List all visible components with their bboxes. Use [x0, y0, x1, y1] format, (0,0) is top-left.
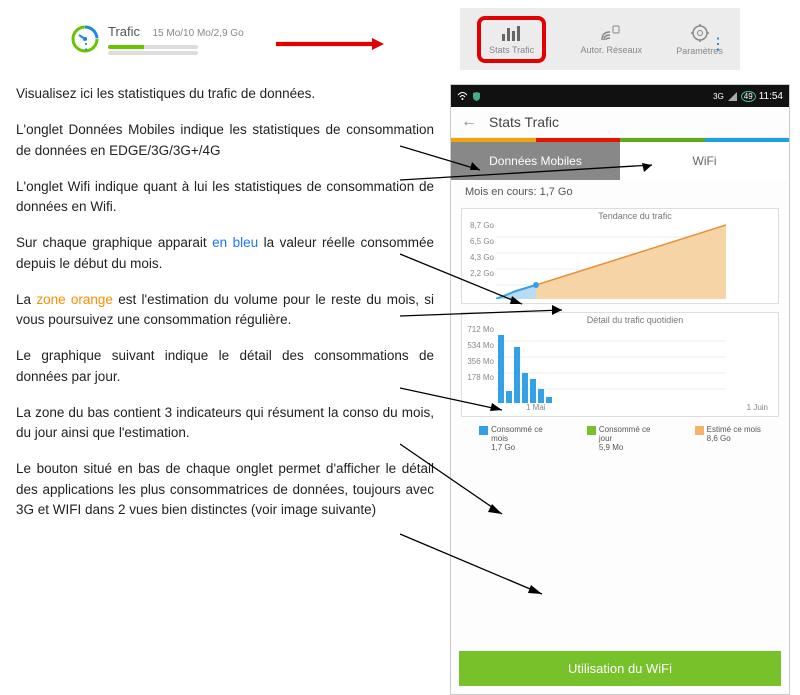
- tab-donnees-mobiles[interactable]: Données Mobiles: [451, 142, 620, 180]
- top-toolbar: ⋮ Trafic 15 Mo/10 Mo/2,9 Go Stats Trafic…: [30, 8, 770, 70]
- para-indicators: La zone du bas contient 3 indicateurs qu…: [16, 403, 434, 444]
- wifi-icon: [457, 91, 468, 102]
- android-status-bar: 3G 49 11:54: [451, 85, 789, 107]
- trafic-widget: Trafic 15 Mo/10 Mo/2,9 Go: [70, 23, 244, 55]
- y-axis-labels: 8,7 Go6,5 Go4,3 Go2,2 Go: [464, 221, 494, 285]
- tab-label: Stats Trafic: [489, 45, 534, 55]
- orange-text: zone orange: [36, 292, 113, 307]
- gear-icon: [690, 23, 710, 43]
- tab-label: Autor. Réseaux: [580, 45, 642, 55]
- legend-consumed-month: Consommé cemois1,7 Go: [479, 425, 543, 452]
- signal-icon: [727, 91, 738, 102]
- y-axis-labels: 712 Mo534 Mo356 Mo178 Mo: [464, 325, 494, 389]
- daily-chart: Détail du trafic quotidien 712 Mo534 Mo3…: [461, 312, 779, 417]
- progress-bar-green: [108, 45, 198, 49]
- menu-dots-right-icon[interactable]: ⋮: [710, 34, 726, 54]
- para-intro: Visualisez ici les statistiques du trafi…: [16, 84, 434, 104]
- trend-plot: [496, 223, 726, 299]
- para-orange: La zone orange est l'estimation du volum…: [16, 290, 434, 331]
- bars-icon: [501, 24, 523, 42]
- para-mobile: L'onglet Données Mobiles indique les sta…: [16, 120, 434, 161]
- screen-header: ← Stats Trafic: [451, 107, 789, 138]
- legend-consumed-day: Consommé cejour5,9 Mo: [587, 425, 651, 452]
- para-blue: Sur chaque graphique apparait en bleu la…: [16, 233, 434, 274]
- chart-title: Tendance du trafic: [496, 211, 774, 221]
- mois-en-cours: Mois en cours: 1,7 Go: [451, 180, 789, 204]
- screen-title-text: Stats Trafic: [489, 114, 559, 130]
- network-3g-label: 3G: [713, 92, 724, 101]
- shield-icon: [471, 91, 482, 102]
- tab-strip: Stats Trafic Autor. Réseaux Paramètres ⋮: [460, 8, 740, 70]
- blue-text: en bleu: [212, 235, 258, 250]
- trafic-label: Trafic: [108, 24, 140, 39]
- phone-screenshot: 3G 49 11:54 ← Stats Trafic Données Mobil…: [450, 84, 790, 695]
- tab-autor-reseaux[interactable]: Autor. Réseaux: [580, 24, 642, 55]
- daily-plot: [496, 327, 726, 403]
- progress-bar-gray: [108, 51, 198, 55]
- trafic-values: 15 Mo/10 Mo/2,9 Go: [152, 28, 243, 39]
- tab-wifi[interactable]: WiFi: [620, 142, 789, 180]
- clock-label: 11:54: [759, 91, 783, 102]
- para-button: Le bouton situé en bas de chaque onglet …: [16, 459, 434, 520]
- legend-estimated: Estimé ce mois8,6 Go: [695, 425, 761, 452]
- back-arrow-icon[interactable]: ←: [461, 113, 477, 131]
- para-wifi: L'onglet Wifi indique quant à lui les st…: [16, 177, 434, 218]
- explanation-column: Visualisez ici les statistiques du trafi…: [10, 84, 440, 695]
- tab-stats-trafic[interactable]: Stats Trafic: [477, 16, 546, 63]
- menu-dots-left-icon[interactable]: ⋮: [78, 34, 94, 54]
- red-arrow-icon: [240, 38, 420, 50]
- network-icon: [600, 24, 622, 42]
- chart-title: Détail du trafic quotidien: [496, 315, 774, 325]
- wifi-usage-button[interactable]: Utilisation du WiFi: [459, 651, 781, 686]
- x-axis-labels: 1 Mai1 Juin: [496, 403, 774, 412]
- para-daily: Le graphique suivant indique le détail d…: [16, 346, 434, 387]
- tab-row: Données Mobiles WiFi: [451, 142, 789, 180]
- battery-circle: 49: [741, 91, 756, 102]
- legend-row: Consommé cemois1,7 Go Consommé cejour5,9…: [451, 421, 789, 456]
- trend-chart: Tendance du trafic 8,7 Go6,5 Go4,3 Go2,2…: [461, 208, 779, 304]
